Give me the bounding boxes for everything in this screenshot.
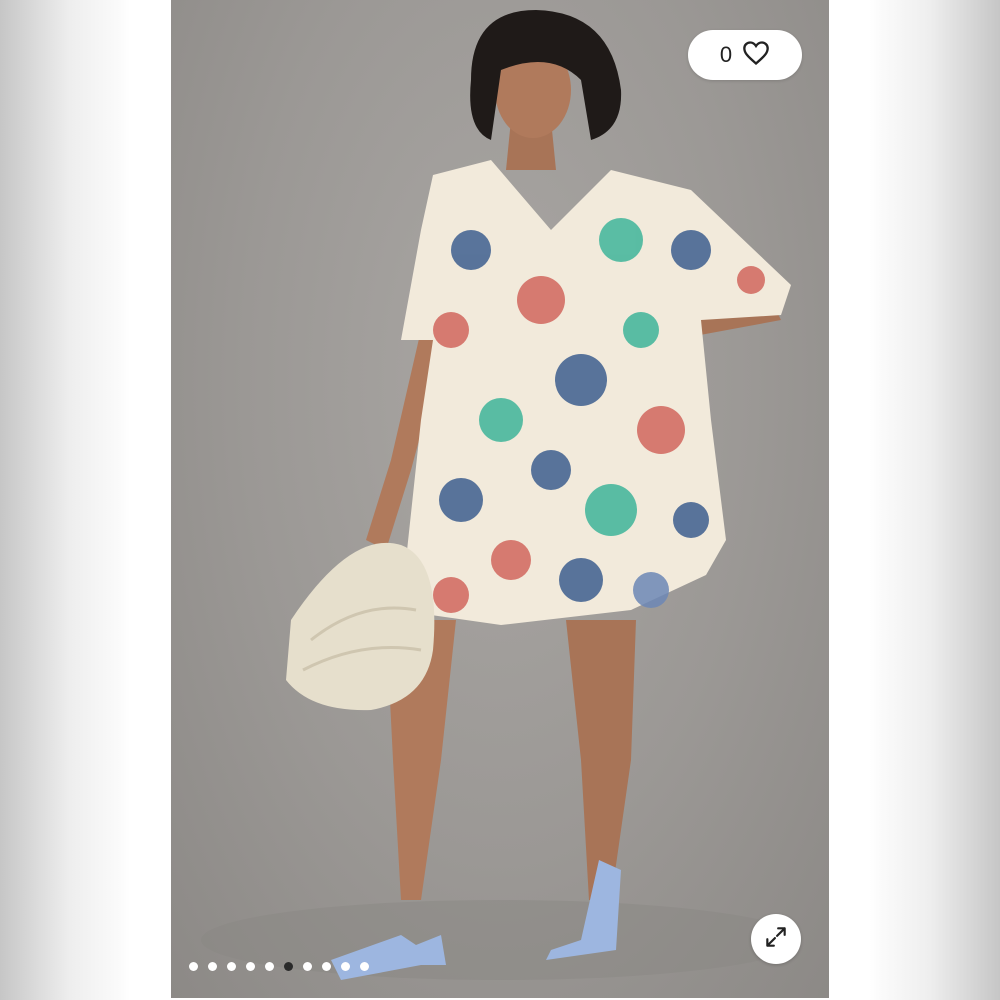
carousel-dot[interactable]	[284, 961, 293, 971]
like-count: 0	[719, 42, 733, 67]
carousel-dot[interactable]	[208, 961, 217, 971]
carousel-dot[interactable]	[322, 961, 331, 971]
carousel-dot[interactable]	[189, 961, 198, 971]
carousel-indicator	[189, 961, 369, 971]
carousel-dot[interactable]	[265, 961, 274, 971]
carousel-dot[interactable]	[341, 961, 350, 971]
carousel-dot[interactable]	[246, 961, 255, 971]
like-button[interactable]: 0	[688, 30, 802, 80]
heart-icon	[742, 40, 770, 71]
expand-button[interactable]	[751, 914, 801, 964]
carousel-dot[interactable]	[360, 961, 369, 971]
product-photo[interactable]	[171, 0, 829, 998]
carousel-dot[interactable]	[303, 961, 312, 971]
carousel-dot[interactable]	[227, 961, 236, 971]
expand-icon	[763, 924, 789, 955]
model-illustration	[201, 10, 801, 980]
